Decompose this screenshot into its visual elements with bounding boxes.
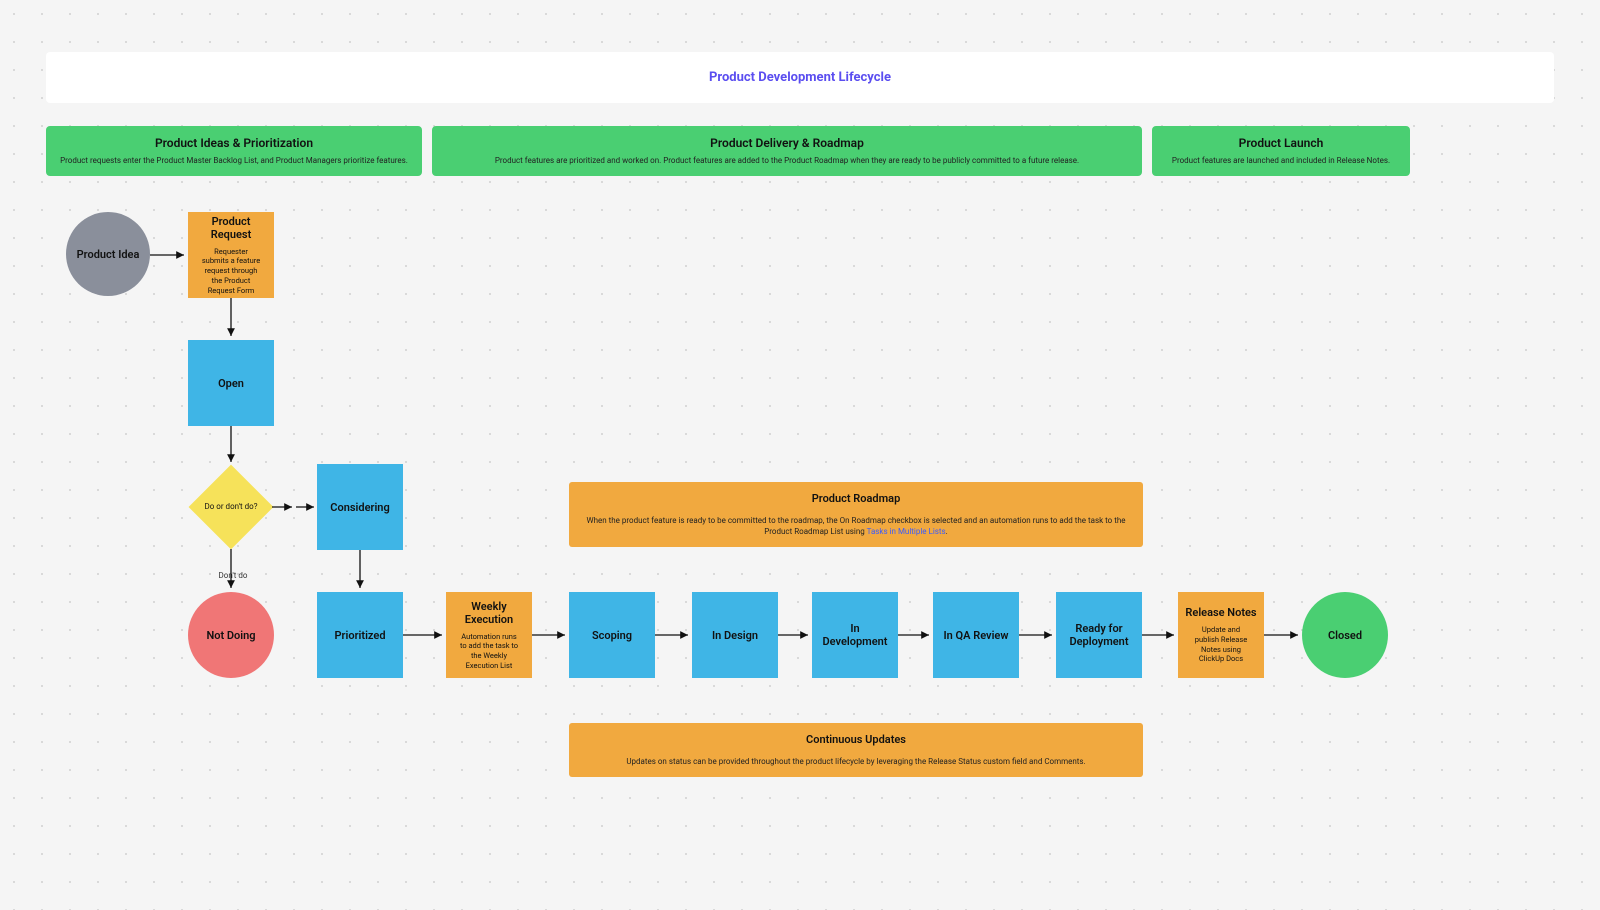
phase-ideas-desc: Product requests enter the Product Maste… xyxy=(58,156,410,166)
node-prioritized[interactable]: Prioritized xyxy=(317,592,403,678)
phase-delivery-desc: Product features are prioritized and wor… xyxy=(444,156,1130,166)
node-in-qa-label: In QA Review xyxy=(944,629,1009,642)
node-weekly-execution[interactable]: Weekly Execution Automation runs to add … xyxy=(446,592,532,678)
node-ready-deployment[interactable]: Ready for Deployment xyxy=(1056,592,1142,678)
node-product-request[interactable]: Product Request Requester submits a feat… xyxy=(188,212,274,298)
node-product-idea-label: Product Idea xyxy=(77,248,140,261)
node-open-label: Open xyxy=(218,377,244,390)
node-scoping-label: Scoping xyxy=(592,629,632,642)
node-considering-label: Considering xyxy=(330,501,389,514)
infobox-roadmap: Product Roadmap When the product feature… xyxy=(569,482,1143,547)
node-release-title: Release Notes xyxy=(1185,606,1256,619)
roadmap-title: Product Roadmap xyxy=(585,492,1127,505)
node-not-doing[interactable]: Not Doing xyxy=(188,592,274,678)
roadmap-link[interactable]: Tasks in Multiple Lists xyxy=(867,527,946,536)
node-not-doing-label: Not Doing xyxy=(206,629,255,642)
node-decision[interactable]: Do or don't do? xyxy=(189,465,274,550)
node-weekly-title: Weekly Execution xyxy=(452,600,526,626)
roadmap-desc: When the product feature is ready to be … xyxy=(585,515,1127,537)
infobox-continuous: Continuous Updates Updates on status can… xyxy=(569,723,1143,777)
node-in-dev-label: In Development xyxy=(818,622,892,648)
title-bar: Product Development Lifecycle xyxy=(46,52,1554,103)
node-considering[interactable]: Considering xyxy=(317,464,403,550)
continuous-title: Continuous Updates xyxy=(585,733,1127,746)
node-in-development[interactable]: In Development xyxy=(812,592,898,678)
node-open[interactable]: Open xyxy=(188,340,274,426)
node-product-request-desc: Requester submits a feature request thro… xyxy=(194,247,268,296)
node-closed-label: Closed xyxy=(1328,629,1362,642)
continuous-desc: Updates on status can be provided throug… xyxy=(585,756,1127,767)
node-ready-label: Ready for Deployment xyxy=(1062,622,1136,648)
phase-ideas-title: Product Ideas & Prioritization xyxy=(58,136,410,150)
node-in-design-label: In Design xyxy=(712,629,758,642)
node-product-idea[interactable]: Product Idea xyxy=(66,212,150,296)
flowchart-canvas[interactable]: Product Development Lifecycle Product Id… xyxy=(0,0,1600,910)
node-weekly-desc: Automation runs to add the task to the W… xyxy=(452,632,526,671)
phase-launch-title: Product Launch xyxy=(1164,136,1398,150)
phase-delivery: Product Delivery & Roadmap Product featu… xyxy=(432,126,1142,176)
phase-launch: Product Launch Product features are laun… xyxy=(1152,126,1410,176)
node-closed[interactable]: Closed xyxy=(1302,592,1388,678)
node-in-qa[interactable]: In QA Review xyxy=(933,592,1019,678)
label-dont-do: Don't do xyxy=(218,571,248,580)
node-release-desc: Update and publish Release Notes using C… xyxy=(1184,625,1258,664)
phase-delivery-title: Product Delivery & Roadmap xyxy=(444,136,1130,150)
node-in-design[interactable]: In Design xyxy=(692,592,778,678)
diagram-title: Product Development Lifecycle xyxy=(46,70,1554,85)
node-release-notes[interactable]: Release Notes Update and publish Release… xyxy=(1178,592,1264,678)
phase-launch-desc: Product features are launched and includ… xyxy=(1164,156,1398,166)
node-product-request-title: Product Request xyxy=(194,215,268,241)
node-prioritized-label: Prioritized xyxy=(334,629,385,642)
node-scoping[interactable]: Scoping xyxy=(569,592,655,678)
node-decision-label: Do or don't do? xyxy=(205,502,258,512)
phase-ideas: Product Ideas & Prioritization Product r… xyxy=(46,126,422,176)
